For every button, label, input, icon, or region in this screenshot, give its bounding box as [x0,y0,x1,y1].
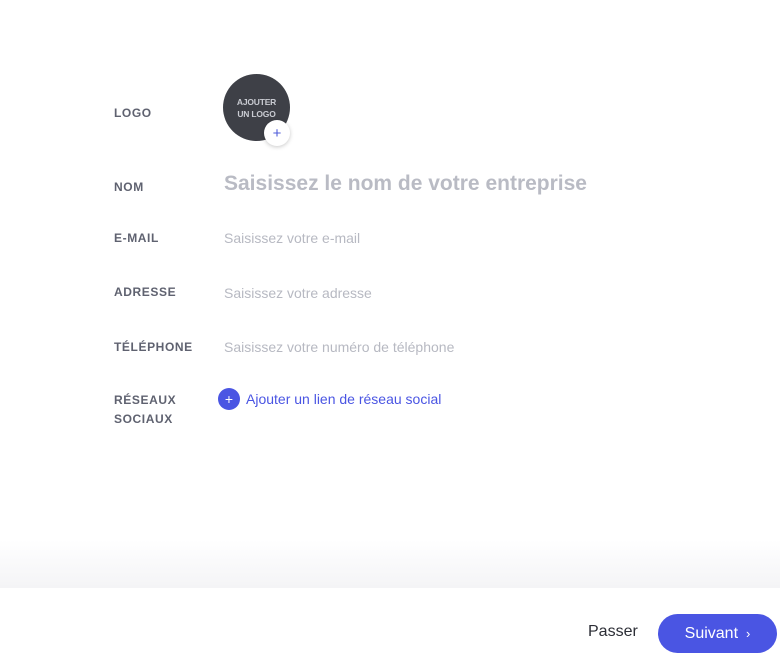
social-label-line2: SOCIAUX [114,412,173,426]
add-logo-text: AJOUTER UN LOGO [229,96,285,120]
email-input[interactable]: Saisissez votre e-mail [224,230,360,246]
business-info-page: LOGO AJOUTER UN LOGO + NOM Saisissez le … [0,0,780,657]
add-social-link-label: Ajouter un lien de réseau social [246,391,442,407]
social-label: RÉSEAUX SOCIAUX [114,391,176,429]
name-label: NOM [114,180,144,194]
address-input[interactable]: Saisissez votre adresse [224,285,372,301]
logo-label: LOGO [114,106,152,120]
footer-divider-fade [0,540,780,588]
add-logo-plus-icon[interactable]: + [264,120,290,146]
social-label-line1: RÉSEAUX [114,393,177,407]
skip-button[interactable]: Passer [588,623,638,641]
address-label: ADRESSE [114,285,177,299]
add-logo-text-line2: UN LOGO [237,108,276,119]
next-button-label: Suivant [684,624,739,642]
phone-label: TÉLÉPHONE [114,340,193,354]
plus-icon: + [218,388,240,410]
add-logo-text-line1: AJOUTER [236,96,277,107]
email-label: E-MAIL [114,231,159,245]
phone-input[interactable]: Saisissez votre numéro de téléphone [224,339,454,355]
next-button[interactable]: Suivant › [658,614,777,653]
business-name-input[interactable]: Saisissez le nom de votre entreprise [224,172,587,196]
chevron-right-icon: › [746,626,751,641]
add-social-link-button[interactable]: + Ajouter un lien de réseau social [218,388,441,410]
